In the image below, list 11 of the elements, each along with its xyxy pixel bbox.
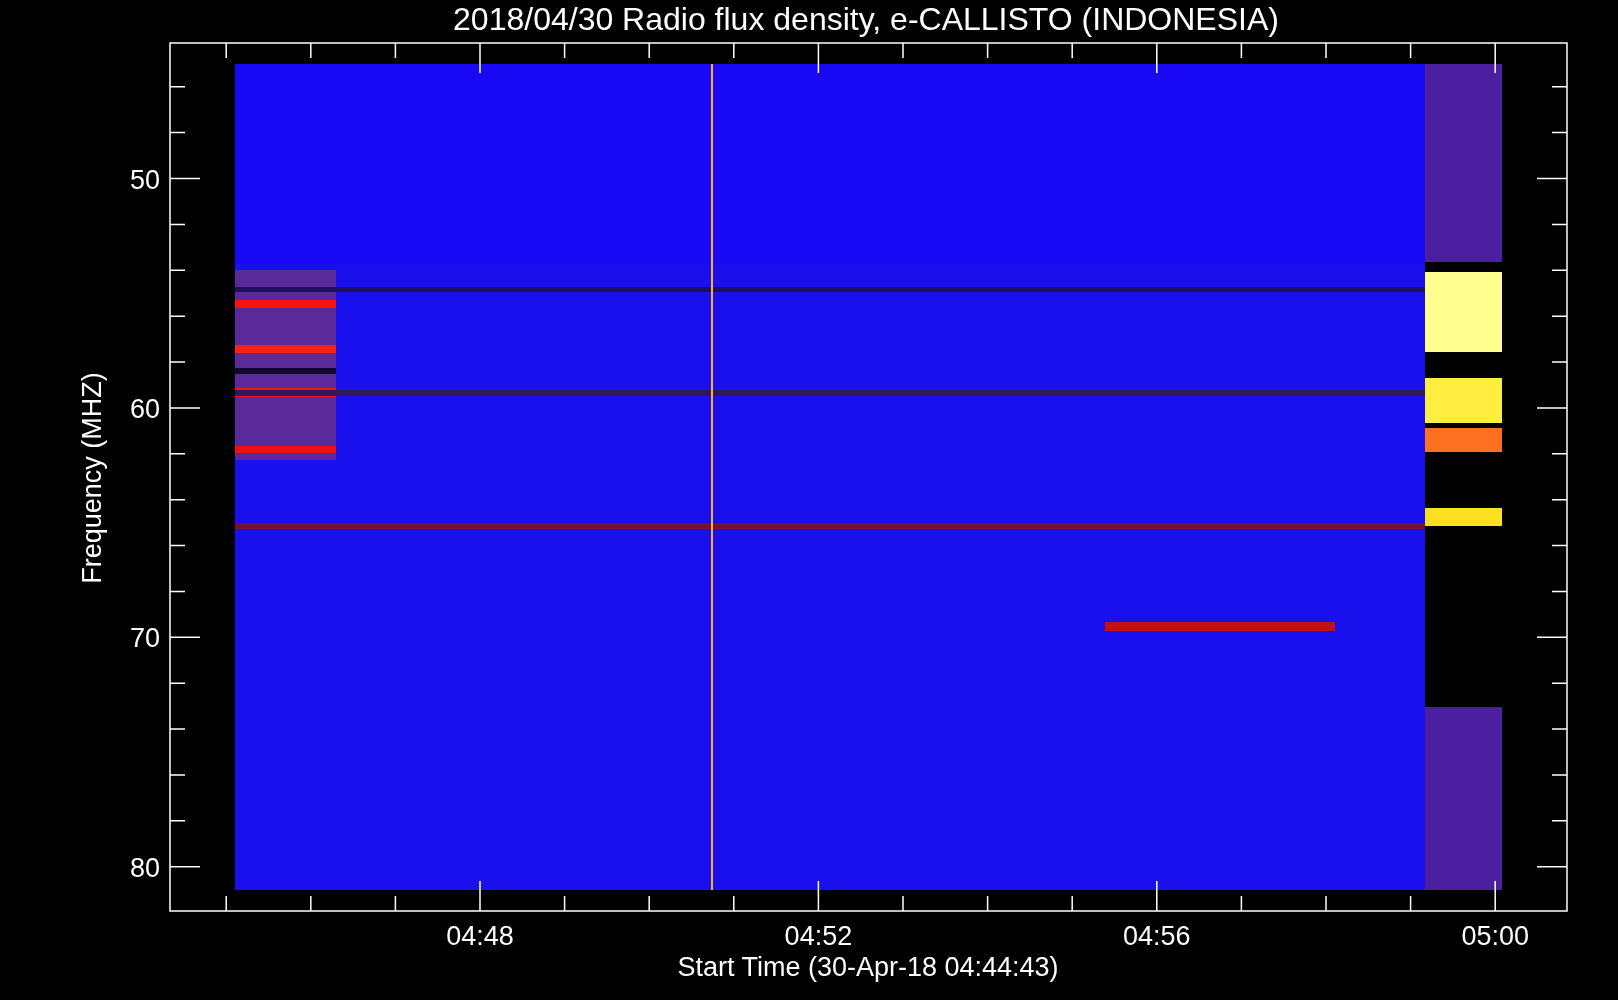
x-tick-label: 04:56 <box>1123 921 1191 951</box>
x-axis-label: Start Time (30-Apr-18 04:44:43) <box>677 952 1059 982</box>
x-tick-label: 04:48 <box>446 921 514 951</box>
y-tick-label: 80 <box>129 852 160 883</box>
y-tick-label: 70 <box>129 623 160 654</box>
y-axis-label: Frequency (MHZ) <box>77 372 107 584</box>
x-tick-label: 04:52 <box>784 921 853 951</box>
y-tick-label: 60 <box>129 393 160 424</box>
chart-title: 2018/04/30 Radio flux density, e-CALLISTO (INDONESIA) <box>453 1 1279 37</box>
y-tick-label: 50 <box>129 164 160 195</box>
x-tick-label: 05:00 <box>1461 921 1529 951</box>
